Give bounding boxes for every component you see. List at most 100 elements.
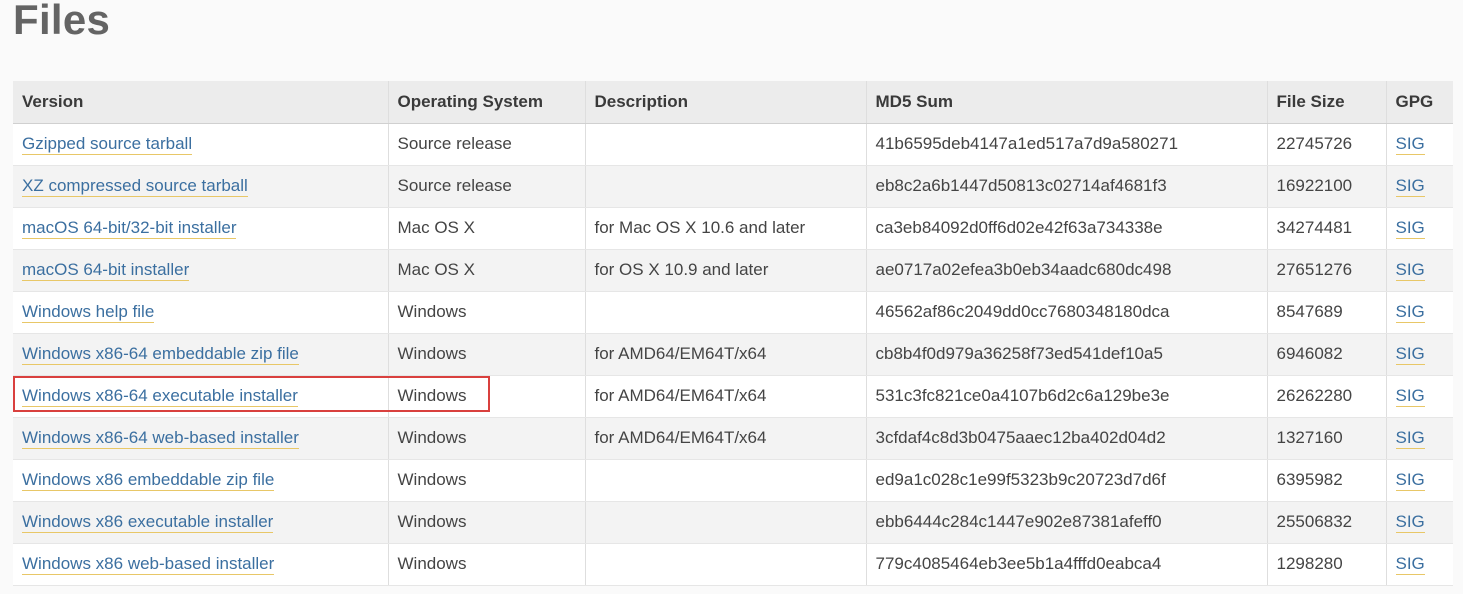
version-cell: Gzipped source tarball bbox=[13, 123, 389, 166]
version-cell: Windows x86-64 executable installer bbox=[13, 375, 389, 418]
size-cell: 34274481 bbox=[1267, 207, 1387, 250]
os-cell: Windows bbox=[388, 543, 586, 586]
md5-cell: 779c4085464eb3ee5b1a4fffd0eabca4 bbox=[866, 543, 1268, 586]
header-file-size: File Size bbox=[1267, 81, 1387, 124]
sig-link[interactable]: SIG bbox=[1395, 554, 1425, 575]
download-link[interactable]: Windows x86-64 executable installer bbox=[22, 386, 298, 407]
table-row: Windows x86 web-based installer Windows … bbox=[13, 543, 1453, 586]
md5-cell: 41b6595deb4147a1ed517a7d9a580271 bbox=[866, 123, 1268, 166]
description-cell: for AMD64/EM64T/x64 bbox=[585, 375, 867, 418]
description-cell bbox=[585, 501, 867, 544]
sig-link[interactable]: SIG bbox=[1395, 428, 1425, 449]
os-cell: Windows bbox=[388, 333, 586, 376]
md5-cell: ae0717a02efea3b0eb34aadc680dc498 bbox=[866, 249, 1268, 292]
header-description: Description bbox=[585, 81, 867, 124]
sig-link[interactable]: SIG bbox=[1395, 344, 1425, 365]
download-link[interactable]: Windows x86-64 embeddable zip file bbox=[22, 344, 299, 365]
download-link[interactable]: Gzipped source tarball bbox=[22, 134, 193, 155]
page: Files Version Operating System Descripti… bbox=[0, 0, 1463, 594]
size-cell: 25506832 bbox=[1267, 501, 1387, 544]
gpg-cell: SIG bbox=[1386, 291, 1453, 334]
version-cell: macOS 64-bit/32-bit installer bbox=[13, 207, 389, 250]
table-header: Version Operating System Description MD5… bbox=[13, 81, 1453, 124]
table-body: Gzipped source tarball Source release 41… bbox=[13, 123, 1453, 586]
description-cell bbox=[585, 543, 867, 586]
header-version: Version bbox=[13, 81, 389, 124]
os-cell: Windows bbox=[388, 417, 586, 460]
md5-cell: ca3eb84092d0ff6d02e42f63a734338e bbox=[866, 207, 1268, 250]
table-row: macOS 64-bit installer Mac OS X for OS X… bbox=[13, 249, 1453, 292]
description-cell bbox=[585, 459, 867, 502]
size-cell: 22745726 bbox=[1267, 123, 1387, 166]
header-gpg: GPG bbox=[1386, 81, 1453, 124]
header-operating-system: Operating System bbox=[388, 81, 586, 124]
description-cell: for OS X 10.9 and later bbox=[585, 249, 867, 292]
sig-link[interactable]: SIG bbox=[1395, 470, 1425, 491]
sig-link[interactable]: SIG bbox=[1395, 512, 1425, 533]
size-cell: 26262280 bbox=[1267, 375, 1387, 418]
md5-cell: ebb6444c284c1447e902e87381afeff0 bbox=[866, 501, 1268, 544]
table-row: Windows x86-64 embeddable zip file Windo… bbox=[13, 333, 1453, 376]
sig-link[interactable]: SIG bbox=[1395, 302, 1425, 323]
gpg-cell: SIG bbox=[1386, 123, 1453, 166]
description-cell bbox=[585, 291, 867, 334]
md5-cell: ed9a1c028c1e99f5323b9c20723d7d6f bbox=[866, 459, 1268, 502]
os-cell: Source release bbox=[388, 123, 586, 166]
size-cell: 6395982 bbox=[1267, 459, 1387, 502]
gpg-cell: SIG bbox=[1386, 249, 1453, 292]
download-link[interactable]: Windows x86 embeddable zip file bbox=[22, 470, 275, 491]
gpg-cell: SIG bbox=[1386, 459, 1453, 502]
download-link[interactable]: Windows x86-64 web-based installer bbox=[22, 428, 299, 449]
download-link[interactable]: macOS 64-bit/32-bit installer bbox=[22, 218, 237, 239]
sig-link[interactable]: SIG bbox=[1395, 218, 1425, 239]
md5-cell: cb8b4f0d979a36258f73ed541def10a5 bbox=[866, 333, 1268, 376]
md5-cell: eb8c2a6b1447d50813c02714af4681f3 bbox=[866, 165, 1268, 208]
size-cell: 1298280 bbox=[1267, 543, 1387, 586]
version-cell: Windows x86-64 embeddable zip file bbox=[13, 333, 389, 376]
download-link[interactable]: Windows help file bbox=[22, 302, 155, 323]
download-link[interactable]: macOS 64-bit installer bbox=[22, 260, 190, 281]
os-cell: Windows bbox=[388, 375, 586, 418]
gpg-cell: SIG bbox=[1386, 501, 1453, 544]
header-row: Version Operating System Description MD5… bbox=[13, 81, 1453, 124]
sig-link[interactable]: SIG bbox=[1395, 386, 1425, 407]
sig-link[interactable]: SIG bbox=[1395, 260, 1425, 281]
os-cell: Windows bbox=[388, 459, 586, 502]
gpg-cell: SIG bbox=[1386, 417, 1453, 460]
table-row: Windows help file Windows 46562af86c2049… bbox=[13, 291, 1453, 334]
os-cell: Windows bbox=[388, 291, 586, 334]
size-cell: 8547689 bbox=[1267, 291, 1387, 334]
gpg-cell: SIG bbox=[1386, 375, 1453, 418]
table-row: macOS 64-bit/32-bit installer Mac OS X f… bbox=[13, 207, 1453, 250]
os-cell: Windows bbox=[388, 501, 586, 544]
size-cell: 6946082 bbox=[1267, 333, 1387, 376]
description-cell: for Mac OS X 10.6 and later bbox=[585, 207, 867, 250]
table-row: Windows x86-64 web-based installer Windo… bbox=[13, 417, 1453, 460]
description-cell: for AMD64/EM64T/x64 bbox=[585, 333, 867, 376]
gpg-cell: SIG bbox=[1386, 207, 1453, 250]
description-cell: for AMD64/EM64T/x64 bbox=[585, 417, 867, 460]
download-link[interactable]: XZ compressed source tarball bbox=[22, 176, 248, 197]
size-cell: 1327160 bbox=[1267, 417, 1387, 460]
download-link[interactable]: Windows x86 web-based installer bbox=[22, 554, 275, 575]
size-cell: 27651276 bbox=[1267, 249, 1387, 292]
files-table: Version Operating System Description MD5… bbox=[13, 81, 1453, 586]
download-link[interactable]: Windows x86 executable installer bbox=[22, 512, 274, 533]
header-md5-sum: MD5 Sum bbox=[866, 81, 1268, 124]
description-cell bbox=[585, 165, 867, 208]
page-title: Files bbox=[13, 0, 111, 43]
description-cell bbox=[585, 123, 867, 166]
gpg-cell: SIG bbox=[1386, 165, 1453, 208]
table-row: Windows x86 embeddable zip file Windows … bbox=[13, 459, 1453, 502]
version-cell: Windows x86 web-based installer bbox=[13, 543, 389, 586]
sig-link[interactable]: SIG bbox=[1395, 176, 1425, 197]
table-row: Gzipped source tarball Source release 41… bbox=[13, 123, 1453, 166]
os-cell: Mac OS X bbox=[388, 207, 586, 250]
md5-cell: 3cfdaf4c8d3b0475aaec12ba402d04d2 bbox=[866, 417, 1268, 460]
table-row-highlighted: Windows x86-64 executable installer Wind… bbox=[13, 375, 1453, 418]
size-cell: 16922100 bbox=[1267, 165, 1387, 208]
md5-cell: 531c3fc821ce0a4107b6d2c6a129be3e bbox=[866, 375, 1268, 418]
version-cell: Windows x86 executable installer bbox=[13, 501, 389, 544]
version-cell: Windows x86-64 web-based installer bbox=[13, 417, 389, 460]
sig-link[interactable]: SIG bbox=[1395, 134, 1425, 155]
